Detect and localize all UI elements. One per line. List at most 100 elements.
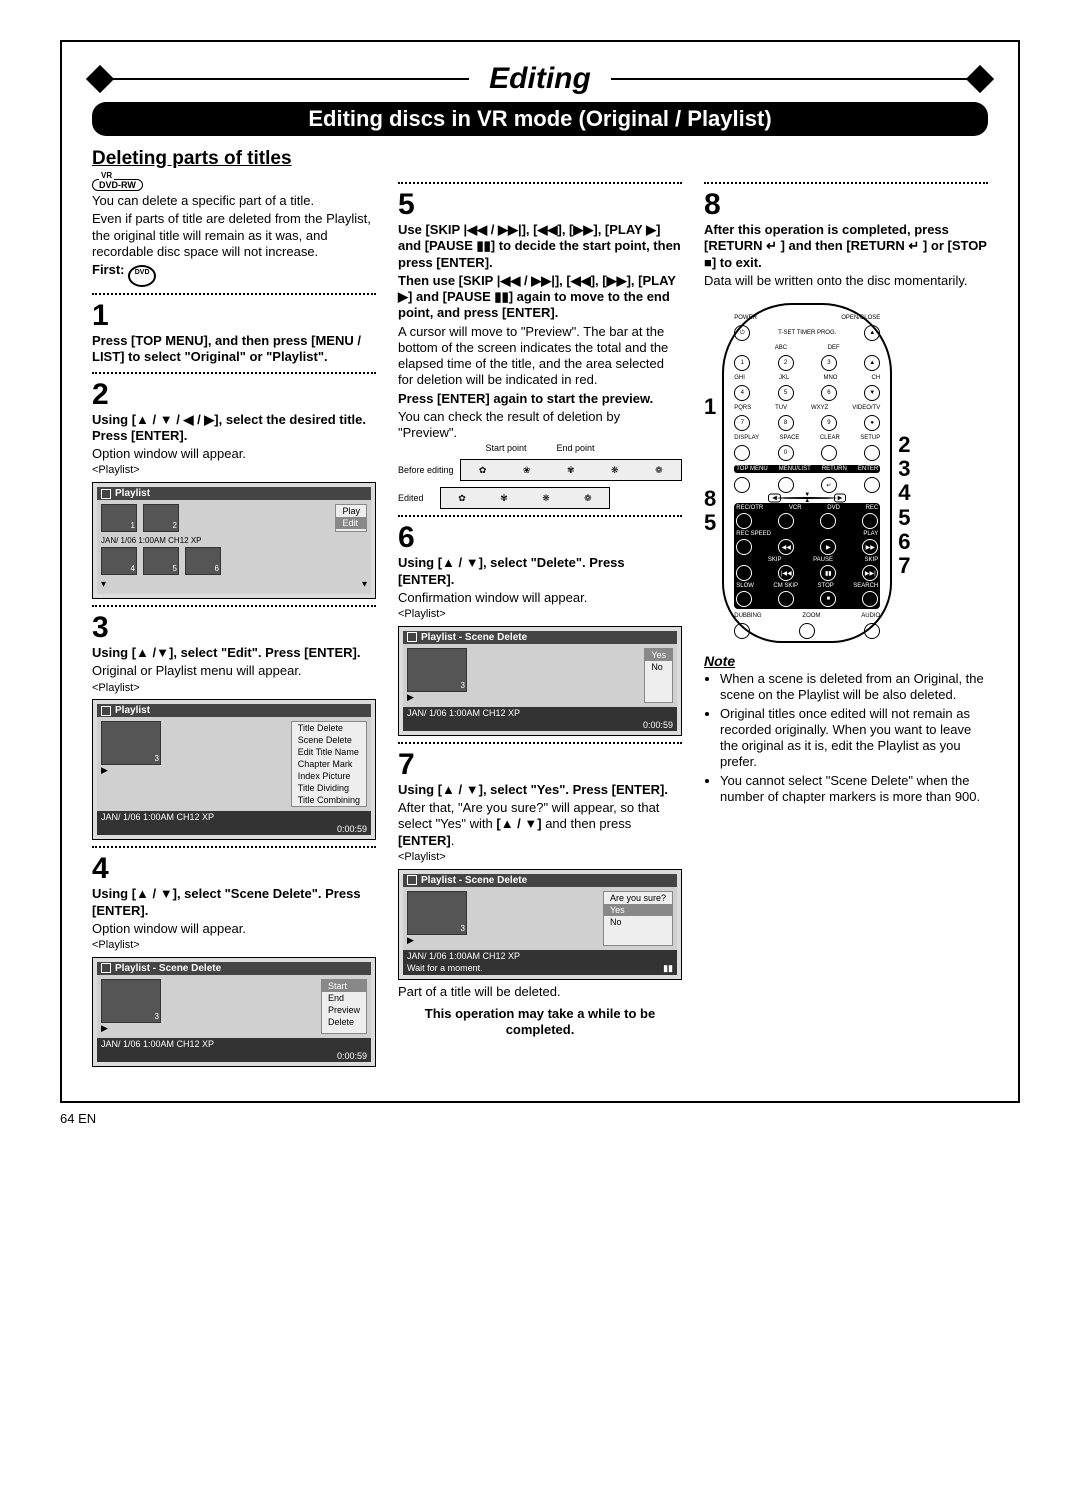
- callout: 8: [704, 487, 716, 511]
- menu-item: Preview: [322, 1004, 366, 1016]
- screenshot-delete-confirm: Playlist - Scene Delete 3 ▶ Yes No JAN/ …: [398, 626, 682, 736]
- media-badge: DVD-RW: [99, 180, 136, 190]
- ss-menu: Start End Preview Delete: [321, 979, 367, 1034]
- divider: [92, 846, 376, 848]
- audio-btn: [864, 623, 880, 639]
- label: CM SKIP: [773, 583, 798, 589]
- callout: 6: [898, 530, 910, 554]
- note-item: You cannot select "Scene Delete" when th…: [720, 773, 988, 806]
- t: .: [451, 833, 455, 848]
- note-item: When a scene is deleted from an Original…: [720, 671, 988, 704]
- play-icon: ▶: [101, 765, 285, 776]
- intro-1: You can delete a specific part of a titl…: [92, 193, 376, 209]
- thumb: 5: [143, 547, 179, 575]
- tl-edited-label: Edited: [398, 493, 434, 503]
- step-3-number: 3: [92, 613, 376, 643]
- menu-item: Are you sure?: [604, 892, 672, 904]
- step-8-number: 8: [704, 190, 988, 220]
- key-2: 2: [778, 355, 794, 371]
- chapter-title: Editing: [469, 62, 611, 96]
- video-tv: ●: [864, 415, 880, 431]
- label: T-SET: [778, 330, 795, 336]
- badge-top: VR: [99, 171, 114, 180]
- nav-right-icon: ▾: [362, 579, 367, 590]
- label: AUDIO: [861, 613, 880, 619]
- label: SPACE: [780, 435, 800, 441]
- ss-icon: [101, 963, 111, 973]
- page: Editing Editing discs in VR mode (Origin…: [60, 40, 1020, 1103]
- ss-footer: JAN/ 1/06 1:00AM CH12 XP: [101, 812, 214, 822]
- menu-item: Title Dividing: [292, 782, 366, 794]
- screenshot-edit-menu: Playlist 3 ▶ Title Delete Scene Delete E…: [92, 699, 376, 840]
- label: CLEAR: [820, 435, 840, 441]
- stop-btn: ■: [820, 591, 836, 607]
- ss-icon: [101, 489, 111, 499]
- step-1-text: Press [TOP MENU], and then press [MENU /…: [92, 333, 376, 366]
- divider: [92, 293, 376, 295]
- ss-time: 0:00:59: [337, 1051, 367, 1061]
- label: SKIP: [768, 557, 782, 563]
- dpad: ▲ ▼ ◀ ▶: [777, 497, 837, 499]
- pause-btn: ▮▮: [820, 565, 836, 581]
- step-6-number: 6: [398, 523, 682, 553]
- key-9: 9: [821, 415, 837, 431]
- timeline-strip: ✿✾❋❁: [440, 487, 610, 509]
- ch-up: ▲: [864, 355, 880, 371]
- step-4-bold: Using [▲ / ▼], select "Scene Delete". Pr…: [92, 886, 376, 919]
- step-2-number: 2: [92, 380, 376, 410]
- menu-item: Index Picture: [292, 770, 366, 782]
- step-4-number: 4: [92, 854, 376, 884]
- label: PLAY: [863, 531, 878, 537]
- intro-2: Even if parts of title are deleted from …: [92, 211, 376, 260]
- remote-control: POWEROPEN/CLOSE ⏻ T-SET TIMER PROG. ▲ AB…: [722, 303, 892, 643]
- cmskip-btn: [778, 591, 794, 607]
- step-7-number: 7: [398, 750, 682, 780]
- rec2-btn: [862, 513, 878, 529]
- key-7: 7: [734, 415, 750, 431]
- remote-lower-block: REC/OTRVCRDVDREC REC SPEEDPLAY ◀◀▶▶▶ SKI…: [734, 503, 880, 609]
- ss-title: Playlist - Scene Delete: [421, 875, 527, 886]
- menu-item: Edit Title Name: [292, 746, 366, 758]
- label: SKIP: [865, 557, 879, 563]
- page-number: 64 EN: [60, 1111, 1020, 1126]
- label: DVD: [827, 505, 840, 511]
- key-4: 4: [734, 385, 750, 401]
- label: TUV: [775, 405, 787, 411]
- diamond-icon: [86, 65, 114, 93]
- remote-callouts-right: 2 3 4 5 6 7: [898, 303, 910, 578]
- key-0: 0: [778, 445, 794, 461]
- step-2-caption: <Playlist>: [92, 464, 376, 478]
- dvd-icon: DVD: [128, 265, 156, 287]
- step-6-bold: Using [▲ / ▼], select "Delete". Press [E…: [398, 555, 682, 588]
- t: [ENTER]: [398, 833, 451, 848]
- label: TOP MENU: [736, 466, 767, 472]
- label: JKL: [779, 375, 789, 381]
- menu-item: Edit: [336, 517, 366, 529]
- label: ENTER: [858, 466, 878, 472]
- remote-callouts-left: 1 8 5: [704, 303, 716, 536]
- key-5: 5: [778, 385, 794, 401]
- ss-title: Playlist: [115, 705, 150, 716]
- timeline-edited: Edited ✿✾❋❁: [398, 487, 682, 509]
- divider: [398, 182, 682, 184]
- remote-diagram: 1 8 5 POWEROPEN/CLOSE ⏻ T-SET TIMER PROG…: [704, 303, 988, 643]
- menu-item: Yes: [645, 649, 672, 661]
- step-5-line1: Use [SKIP |◀◀ / ▶▶|], [◀◀], [▶▶], [PLAY …: [398, 222, 682, 271]
- label: VCR: [789, 505, 802, 511]
- screenshot-playlist-grid: Playlist 1 2 Play Edit JAN/ 1/06 1:00AM …: [92, 482, 376, 599]
- label: ZOOM: [802, 613, 820, 619]
- step-4-caption: <Playlist>: [92, 939, 376, 953]
- skip-fwd-btn: ▶▶|: [862, 565, 878, 581]
- rule: [108, 78, 469, 80]
- col-2: 5 Use [SKIP |◀◀ / ▶▶|], [◀◀], [▶▶], [PLA…: [398, 176, 682, 1071]
- rule: [611, 78, 972, 80]
- down-icon: ▼: [804, 492, 810, 498]
- tl-start-label: Start point: [485, 443, 526, 453]
- tl-before-label: Before editing: [398, 465, 454, 475]
- clear-btn: [821, 445, 837, 461]
- key-8: 8: [778, 415, 794, 431]
- col-3: 8 After this operation is completed, pre…: [704, 176, 988, 1071]
- thumb: 3: [407, 648, 467, 692]
- label: DEF: [828, 345, 840, 351]
- step-3-bold: Using [▲ /▼], select "Edit". Press [ENTE…: [92, 645, 376, 661]
